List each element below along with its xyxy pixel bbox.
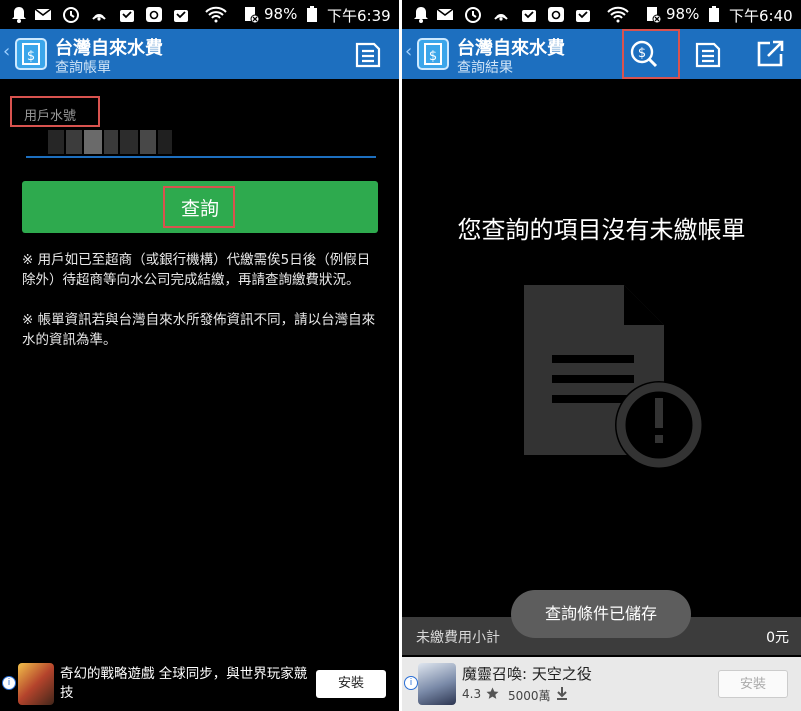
shopping-bag-icon — [174, 10, 188, 22]
masked-digit — [84, 130, 102, 154]
highlight-box — [163, 186, 235, 228]
input-underline — [26, 156, 376, 158]
masked-digit — [66, 130, 82, 154]
dollar-receipt-icon[interactable]: $ — [417, 38, 449, 70]
battery-percent: 98% — [264, 5, 298, 23]
masked-digit — [104, 130, 118, 154]
mail-icon — [34, 8, 52, 20]
payment-note: ※ 用戶如已至超商（或銀行機構）代繳需俟5日後（例假日除外）待超商等向水公司完成… — [22, 252, 371, 288]
alarm-icon — [465, 7, 481, 23]
install-button[interactable]: 安裝 — [316, 670, 386, 698]
list-document-icon[interactable] — [352, 38, 384, 70]
hotspot-icon — [92, 14, 106, 21]
info-icon[interactable]: i — [2, 676, 16, 690]
highlight-box — [622, 29, 680, 79]
battery-icon — [709, 6, 719, 22]
mail-icon — [436, 8, 454, 20]
open-external-icon[interactable] — [754, 38, 786, 70]
ad-title: 魔靈召喚: 天空之役 — [462, 665, 592, 683]
ad-downloads: 5000萬 — [508, 689, 551, 703]
hotspot-icon — [494, 14, 508, 21]
status-bar: 98% 下午6:40 — [402, 0, 801, 29]
ad-banner[interactable]: i 奇幻的戰略遊戲 全球同步，與世界玩家競技 安裝 — [0, 657, 399, 711]
right-screen: 98% 下午6:40 ‹ $ 台灣自來水費 查詢結果 $ 您查詢的項目沒有未繳帳… — [402, 0, 801, 711]
app-subtitle: 查詢帳單 — [55, 60, 111, 76]
alarm-icon — [63, 7, 79, 23]
download-icon — [557, 687, 567, 700]
notification-bell-icon — [12, 7, 26, 23]
wifi-icon — [205, 6, 227, 23]
saved-toast: 查詢條件已儲存 — [511, 590, 691, 638]
app-subtitle: 查詢結果 — [457, 60, 513, 76]
masked-digit — [140, 130, 156, 154]
info-note: ※ 帳單資訊若與台灣自來水所發佈資訊不同，請以台灣自來水的資訊為準。 — [22, 312, 376, 348]
instagram-icon — [146, 7, 162, 22]
instagram-icon — [548, 7, 564, 22]
masked-digit — [158, 130, 172, 154]
sim-blocked-icon — [245, 7, 260, 23]
unpaid-subtotal-label: 未繳費用小計 — [416, 630, 500, 646]
unpaid-subtotal-value: 0元 — [766, 630, 789, 646]
chevron-left-icon[interactable]: ‹ — [3, 41, 10, 62]
shopping-bag-icon — [522, 10, 536, 22]
battery-percent: 98% — [666, 5, 700, 23]
status-bar: 98% 下午6:39 — [0, 0, 399, 29]
ad-text: 奇幻的戰略遊戲 全球同步，與世界玩家競技 — [60, 666, 308, 701]
masked-digit — [120, 130, 138, 154]
status-time: 下午6:40 — [729, 7, 793, 25]
empty-message: 您查詢的項目沒有未繳帳單 — [457, 216, 746, 244]
left-screen: 98% 下午6:39 ‹ $ 台灣自來水費 查詢帳單 用戶水號 查詢 ※ 用戶如… — [0, 0, 399, 711]
sim-blocked-icon — [647, 7, 662, 23]
list-document-icon[interactable] — [692, 38, 724, 70]
info-icon[interactable]: i — [404, 676, 418, 690]
notification-bell-icon — [414, 7, 428, 23]
star-icon — [486, 687, 499, 699]
dollar-receipt-icon[interactable]: $ — [15, 38, 47, 70]
svg-text:$: $ — [429, 49, 437, 64]
app-bar: ‹ $ 台灣自來水費 查詢帳單 — [0, 29, 399, 79]
status-time: 下午6:39 — [327, 7, 391, 25]
masked-digit — [48, 130, 64, 154]
svg-text:$: $ — [27, 49, 35, 64]
battery-icon — [307, 6, 317, 22]
highlight-box — [10, 96, 100, 127]
ad-game-thumbnail[interactable] — [418, 663, 456, 705]
wifi-icon — [607, 6, 629, 23]
ad-game-thumbnail[interactable] — [18, 663, 54, 705]
chevron-left-icon[interactable]: ‹ — [405, 41, 412, 62]
app-bar: ‹ $ 台灣自來水費 查詢結果 $ — [402, 29, 801, 79]
shopping-bag-icon — [576, 10, 590, 22]
ad-banner[interactable]: i 魔靈召喚: 天空之役 4.3 5000萬 安裝 — [402, 657, 801, 711]
ad-rating: 4.3 — [462, 687, 482, 701]
install-button[interactable]: 安裝 — [718, 670, 788, 698]
shopping-bag-icon — [120, 10, 134, 22]
document-warning-icon — [524, 285, 703, 469]
